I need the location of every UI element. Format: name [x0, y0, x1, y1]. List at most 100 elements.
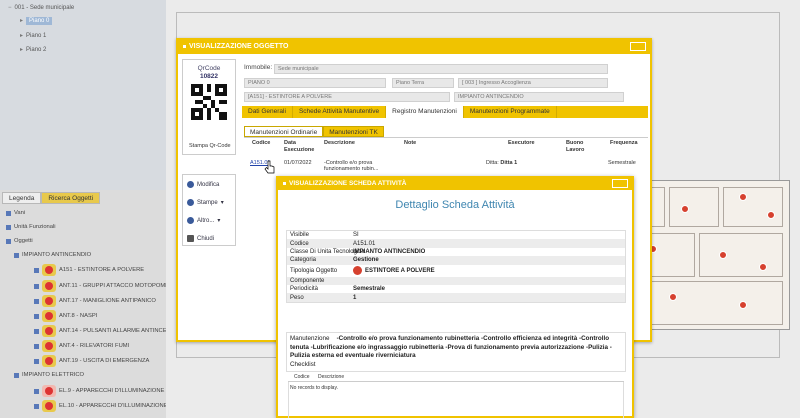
tree-label: 001 - Sede municipale	[14, 5, 75, 11]
legend-row[interactable]: EL.10 - APPARECCHI D'ILLUMINAZIONE	[34, 400, 168, 412]
marker-icon[interactable]	[719, 251, 727, 259]
info-row: Periodicità Semestrale	[287, 285, 625, 293]
info-row: Classe Di Unita Tecnologica IMPIANTO ANTI…	[287, 248, 625, 256]
legend-label: Unità Funzionali	[14, 224, 56, 230]
tree-item-piano-2[interactable]: ▸ Piano 2	[20, 46, 46, 53]
print-qr-button[interactable]: Stampa Qr-Code	[189, 143, 231, 149]
activity-info-table: Visibile SI Codice A151.01 Classe Di Unita…	[286, 230, 626, 303]
marker-icon[interactable]	[681, 205, 689, 213]
marker-icon[interactable]	[767, 211, 775, 219]
activity-heading: Dettaglio Scheda Attività	[395, 199, 515, 211]
grid-cell-data: 01/07/2022	[284, 160, 312, 166]
legend-label: ANT.4 - RILEVATORI FUMI	[59, 343, 130, 349]
no-records-text: No records to display.	[290, 385, 338, 391]
info-key: Visibile	[290, 232, 309, 239]
sub-tabs: Manutenzioni Ordinarie Manutenzioni TK	[244, 126, 384, 137]
immobile-select[interactable]: Sede municipale	[274, 64, 608, 74]
marker-icon[interactable]	[739, 193, 747, 201]
info-key: Componente	[290, 277, 325, 284]
tab-manutenzioni-tk[interactable]: Manutenzioni TK	[323, 126, 384, 137]
legend-row[interactable]: IMPIANTO ANTINCENDIO	[14, 252, 91, 258]
marker-icon[interactable]	[739, 301, 747, 309]
info-key: Classe Di Unita Tecnologica	[290, 248, 365, 255]
legend-label: ANT.8 - NASPI	[59, 313, 98, 319]
edit-button[interactable]: Modifica	[187, 181, 219, 188]
more-menu-button[interactable]: Altro... ▾	[187, 217, 220, 224]
legend-row[interactable]: ANT.4 - RILEVATORI FUMI	[34, 340, 129, 352]
tab-legenda[interactable]: Legenda	[2, 192, 42, 204]
lighting-icon	[42, 400, 56, 412]
legend-row[interactable]: A151 - ESTINTORE A POLVERE	[34, 264, 144, 276]
tree-item-piano-1[interactable]: ▸ Piano 1	[20, 32, 46, 39]
dialog2-titlebar[interactable]: VISUALIZZAZIONE SCHEDA ATTIVITÀ	[278, 178, 632, 190]
info-key: Peso	[290, 294, 304, 301]
legend-row[interactable]: ANT.14 - PULSANTI ALLARME ANTINCENDIO	[34, 325, 181, 337]
qr-panel: QrCode 10822 Stampa Qr-Code	[182, 59, 236, 155]
legend-row[interactable]: Oggetti	[6, 238, 33, 244]
marker-icon[interactable]	[759, 263, 767, 271]
column-header[interactable]: Descrizione	[324, 140, 355, 147]
column-header[interactable]: Codice	[252, 140, 270, 147]
column-header[interactable]: Buono Lavoro	[566, 140, 590, 154]
tab-ricerca-oggetti[interactable]: Ricerca Oggetti	[41, 192, 101, 204]
legend-label: Vani	[14, 210, 26, 216]
emergency-exit-icon	[42, 355, 56, 367]
column-header[interactable]: Data Esecuzione	[284, 140, 314, 154]
info-value: 1	[353, 294, 357, 301]
button-label: Modifica	[197, 181, 220, 188]
legend-row[interactable]: EL.9 - APPARECCHI D'ILLUMINAZIONE	[34, 385, 164, 397]
info-key: Periodicità	[290, 286, 319, 293]
legend-label: EL.9 - APPARECCHI D'ILLUMINAZIONE	[59, 388, 165, 394]
maximize-button[interactable]	[630, 42, 646, 51]
tree-item-sede[interactable]: −001 - Sede municipale	[8, 5, 74, 11]
tab-schede-attivita[interactable]: Schede Attività Manutentive	[293, 106, 387, 118]
maximize-button[interactable]	[612, 179, 628, 188]
tab-manutenzioni-ordinarie[interactable]: Manutenzioni Ordinarie	[244, 126, 324, 137]
qr-code-value: 10822	[199, 73, 219, 80]
legend-label: ANT.11 - GRUPPI ATTACCO MOTOPOMPA	[59, 283, 173, 289]
info-row: Peso 1	[287, 293, 625, 302]
close-button[interactable]: Chiudi	[187, 235, 214, 242]
oggetto-select[interactable]: [A151] - ESTINTORE A POLVERE	[244, 92, 450, 102]
tab-registro-manutenzioni[interactable]: Registro Manutenzioni	[386, 106, 464, 118]
vano-select[interactable]: [ 003 ] Ingresso Accoglienza	[458, 78, 608, 88]
marker-icon[interactable]	[669, 293, 677, 301]
impianto-select[interactable]: IMPIANTO ANTINCENDIO	[454, 92, 624, 102]
info-value: Gestione	[353, 257, 379, 264]
column-header[interactable]: Descrizione	[318, 374, 344, 380]
info-row: Visibile SI	[287, 231, 625, 239]
extinguisher-icon	[42, 264, 56, 276]
immobile-label: Immobile:	[244, 64, 273, 71]
dialog2-title: VISUALIZZAZIONE SCHEDA ATTIVITÀ	[289, 180, 407, 187]
alarm-button-icon	[42, 325, 56, 337]
tree-item-piano-0[interactable]: ▸ Piano 0	[20, 17, 53, 25]
legend-label: ANT.17 - MANIGLIONE ANTIPANICO	[59, 298, 156, 304]
legend-label: ANT.14 - PULSANTI ALLARME ANTINCENDIO	[59, 328, 182, 334]
tab-manutenzioni-programmate[interactable]: Manutenzioni Programmate	[464, 106, 557, 118]
tree-label: Piano 0	[26, 17, 53, 25]
legend-row[interactable]: ANT.19 - USCITA DI EMERGENZA	[34, 355, 149, 367]
dialog-titlebar[interactable]: VISUALIZZAZIONE OGGETTO	[178, 40, 650, 54]
legend-row[interactable]: ANT.11 - GRUPPI ATTACCO MOTOPOMPA	[34, 280, 172, 292]
legend-row[interactable]: Unità Funzionali	[6, 224, 56, 230]
info-value: SI	[353, 232, 359, 239]
legend-label: ANT.19 - USCITA DI EMERGENZA	[59, 358, 150, 364]
manutenzione-text: -Controllo e/o prova funzionamento rubin…	[290, 335, 612, 360]
manutenzione-label: Manutenzione	[290, 335, 330, 342]
piano-select[interactable]: PIANO 0	[244, 78, 386, 88]
tab-dati-generali[interactable]: Dati Generali	[242, 106, 293, 118]
vano-type-select[interactable]: Piano Terra	[392, 78, 454, 88]
checklist-label: Checklist	[290, 360, 316, 368]
legend-panel: Legenda Ricerca Oggetti Vani Unità Funzi…	[0, 190, 181, 418]
column-header[interactable]: Esecutore	[508, 140, 535, 147]
column-header[interactable]: Note	[404, 140, 416, 147]
column-header[interactable]: Codice	[294, 374, 310, 380]
legend-row[interactable]: Vani	[6, 210, 25, 216]
legend-row[interactable]: IMPIANTO ELETTRICO	[14, 372, 84, 378]
info-value: Semestrale	[353, 286, 386, 293]
legend-row[interactable]: ANT.8 - NASPI	[34, 310, 97, 322]
print-menu-button[interactable]: Stampe ▾	[187, 199, 224, 206]
column-header[interactable]: Frequenza	[610, 140, 638, 147]
legend-row[interactable]: ANT.17 - MANIGLIONE ANTIPANICO	[34, 295, 156, 307]
info-row: Tipologia Oggetto ESTINTORE A POLVERE	[287, 265, 625, 277]
